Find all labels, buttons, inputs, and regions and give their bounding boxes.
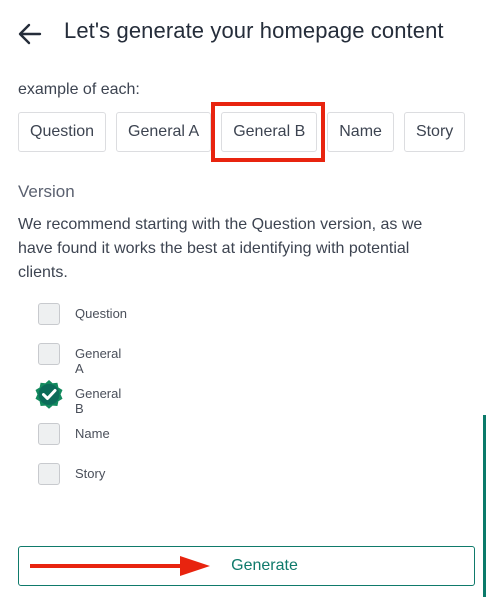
header: Let's generate your homepage content [0, 0, 486, 72]
example-general-a-button[interactable]: General A [116, 112, 212, 152]
example-name-button[interactable]: Name [327, 112, 394, 152]
checkbox[interactable] [38, 303, 60, 325]
version-option-general-b[interactable]: General B [35, 380, 121, 421]
example-general-b-button[interactable]: General B [221, 112, 318, 152]
version-description: We recommend starting with the Question … [18, 216, 423, 281]
generate-button[interactable]: Generate [18, 546, 475, 586]
version-option-story[interactable]: Story [38, 461, 105, 501]
checkbox[interactable] [38, 463, 60, 485]
version-option-question[interactable]: Question [38, 301, 127, 341]
option-label: Question [75, 306, 128, 321]
checkbox-checked[interactable] [35, 380, 63, 409]
option-label: Story [75, 466, 106, 481]
check-badge-icon [35, 380, 63, 409]
page-title: Let's generate your homepage content [64, 18, 444, 43]
checkbox[interactable] [38, 423, 60, 445]
example-story-button[interactable]: Story [403, 112, 466, 152]
back-button[interactable] [16, 20, 44, 48]
version-options: Question General A General B Name Story [35, 301, 127, 501]
option-label: General A [75, 346, 122, 376]
version-option-name[interactable]: Name [38, 421, 110, 461]
example-buttons: Question General A General B Name Story [18, 112, 466, 152]
checkbox[interactable] [38, 343, 60, 365]
option-label: Name [75, 426, 110, 441]
arrow-left-icon [18, 23, 42, 45]
option-label: General B [75, 386, 122, 416]
generate-label: Generate [231, 557, 298, 574]
version-heading: Version [18, 182, 75, 201]
example-question-button[interactable]: Question [18, 112, 107, 152]
version-option-general-a[interactable]: General A [38, 341, 121, 381]
